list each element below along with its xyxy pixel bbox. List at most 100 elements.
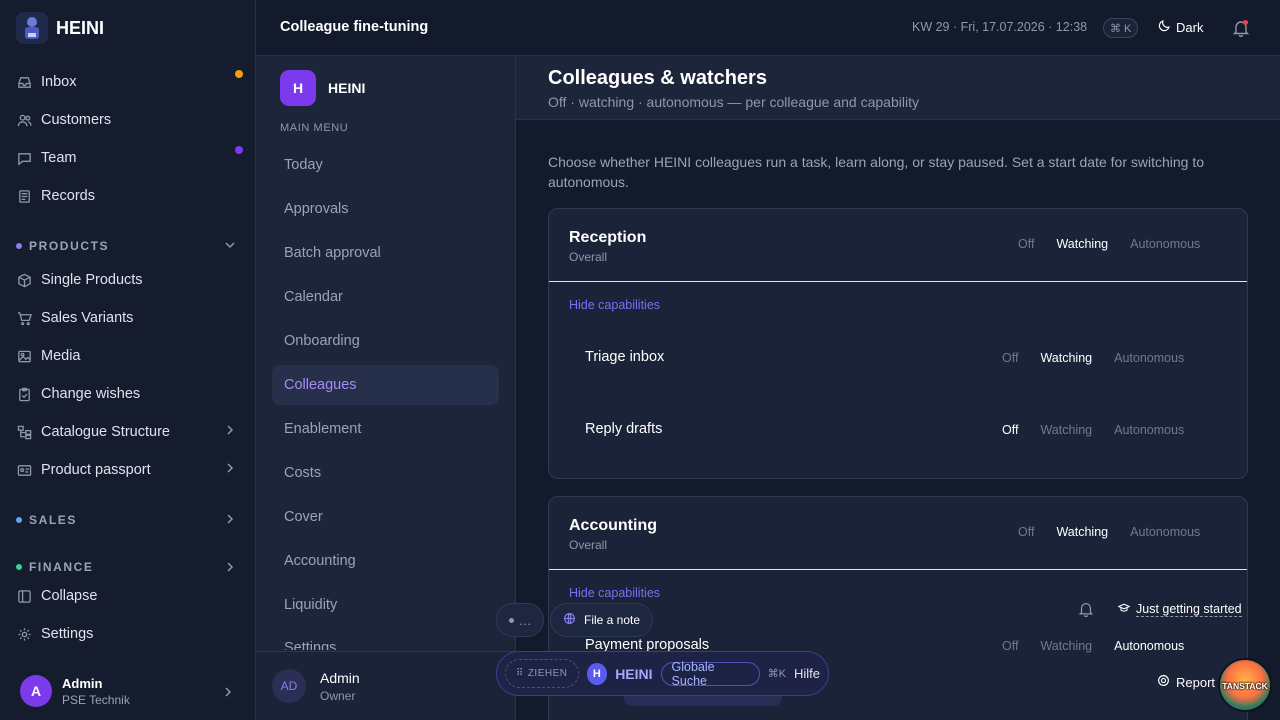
more-label: … [518, 612, 532, 628]
submenu-user[interactable]: AD Admin Owner [256, 651, 515, 720]
drag-handle[interactable]: ⠿ ZIEHEN [505, 659, 579, 688]
section-label: FINANCE [29, 560, 94, 574]
mode-autonomous[interactable]: Autonomous [1103, 635, 1195, 657]
page-title: Colleague fine-tuning [280, 19, 429, 35]
menu-item-calendar[interactable]: Calendar [272, 277, 499, 317]
sidebar-item-change-wishes[interactable]: Change wishes [16, 382, 242, 406]
date-time: KW 29 · Fri, 17.07.2026 · 12:38 [912, 20, 1088, 34]
records-icon [16, 188, 32, 204]
getting-started-link[interactable]: Just getting started [1117, 602, 1242, 617]
menu-item-approvals[interactable]: Approvals [272, 189, 499, 229]
drag-label: ZIEHEN [527, 668, 568, 679]
menu-item-costs[interactable]: Costs [272, 453, 499, 493]
report-button[interactable]: Report [1147, 668, 1226, 696]
products-section-dot [16, 243, 22, 249]
sales-section-dot [16, 517, 22, 523]
users-icon [16, 112, 32, 128]
settings-label: Settings [41, 626, 94, 642]
section-sales[interactable]: SALES [16, 513, 242, 527]
main-menu-panel: H HEINI MAIN MENU Today Approvals Batch … [256, 56, 516, 720]
capability-mode-selector: Off Watching Autonomous [991, 419, 1195, 441]
capability-label: Triage inbox [585, 349, 665, 365]
mode-watching[interactable]: Watching [1045, 521, 1119, 543]
chevron-right-icon [224, 424, 236, 440]
hide-capabilities-link[interactable]: Hide capabilities [569, 586, 660, 600]
hide-capabilities-link[interactable]: Hide capabilities [569, 298, 660, 312]
mode-selector: Off Watching Autonomous [1007, 521, 1211, 543]
image-icon [16, 348, 32, 364]
settings-button[interactable]: Settings [16, 622, 242, 646]
capability-mode-selector: Off Watching Autonomous [991, 347, 1195, 369]
mode-autonomous[interactable]: Autonomous [1119, 521, 1211, 543]
sidebar-item-sales-variants[interactable]: Sales Variants [16, 306, 242, 330]
mode-watching[interactable]: Watching [1029, 347, 1103, 369]
sidebar-item-records[interactable]: Records [16, 184, 242, 208]
menu-item-colleagues[interactable]: Colleagues [272, 365, 499, 405]
menu-item-onboarding[interactable]: Onboarding [272, 321, 499, 361]
user-menu[interactable]: A Admin PSE Technik [20, 674, 242, 708]
sidebar-item-team[interactable]: Team [16, 146, 242, 170]
sidebar-item-media[interactable]: Media [16, 344, 242, 368]
theme-toggle[interactable]: Dark [1158, 19, 1203, 35]
moon-icon [1158, 19, 1171, 35]
mode-watching[interactable]: Watching [1045, 233, 1119, 255]
mode-off[interactable]: Off [1007, 521, 1045, 543]
file-note-button[interactable]: File a note [550, 603, 654, 637]
sidebar-item-customers[interactable]: Customers [16, 108, 242, 132]
menu-item-enablement[interactable]: Enablement [272, 409, 499, 449]
sidebar-item-catalogue-structure[interactable]: Catalogue Structure [16, 420, 242, 444]
more-actions-button[interactable]: … [496, 603, 544, 637]
help-button[interactable]: Hilfe [794, 666, 820, 681]
bell-icon[interactable] [1078, 601, 1094, 618]
assistant-toolbar: ⠿ ZIEHEN H HEINI Globale Suche ⌘K Hilfe [496, 651, 829, 696]
menu-item-settings[interactable]: Settings [272, 628, 499, 650]
tanstack-devtools-button[interactable]: TANSTACK [1218, 658, 1272, 712]
command-shortcut[interactable]: ⌘ K [1103, 18, 1139, 38]
sidebar: HEINI Inbox Customers Team Records PRODU… [0, 0, 256, 720]
mode-off[interactable]: Off [991, 347, 1029, 369]
graduation-cap-icon [1117, 602, 1131, 617]
capability-mode-selector: Off Watching Autonomous [991, 635, 1195, 657]
grip-icon: ⠿ [516, 668, 524, 679]
mode-autonomous[interactable]: Autonomous [1103, 347, 1195, 369]
global-search-button[interactable]: Globale Suche [660, 660, 760, 688]
menu-item-batch-approval[interactable]: Batch approval [272, 233, 499, 273]
tanstack-logo-text: TANSTACK [1222, 681, 1268, 691]
report-label: Report [1176, 674, 1216, 690]
sidebar-item-inbox[interactable]: Inbox [16, 70, 242, 94]
menu-item-today[interactable]: Today [272, 145, 499, 185]
chevron-right-icon [224, 561, 236, 574]
mode-autonomous[interactable]: Autonomous [1119, 233, 1211, 255]
theme-label: Dark [1176, 19, 1204, 35]
sidebar-item-label: Records [41, 188, 95, 204]
sidebar-item-single-products[interactable]: Single Products [16, 268, 242, 292]
sidebar-collapse-icon [16, 588, 32, 604]
mode-watching[interactable]: Watching [1029, 635, 1103, 657]
brand-name: HEINI [56, 17, 105, 38]
main-menu-label: MAIN MENU [280, 122, 349, 134]
card-header: Reception Overall Off Watching Autonomou… [549, 209, 1247, 282]
section-finance[interactable]: FINANCE [16, 560, 242, 574]
menu-item-accounting[interactable]: Accounting [272, 541, 499, 581]
cart-icon [16, 310, 32, 326]
clipboard-icon [16, 386, 32, 402]
menu-item-cover[interactable]: Cover [272, 497, 499, 537]
sidebar-item-label: Product passport [41, 462, 151, 478]
mode-watching[interactable]: Watching [1029, 419, 1103, 441]
submenu-title: HEINI [328, 80, 366, 96]
sidebar-item-label: Team [41, 150, 77, 166]
sidebar-item-product-passport[interactable]: Product passport [16, 458, 242, 482]
mode-autonomous[interactable]: Autonomous [1103, 419, 1195, 441]
collapse-button[interactable]: Collapse [16, 584, 242, 608]
menu-item-liquidity[interactable]: Liquidity [272, 585, 499, 625]
mode-off[interactable]: Off [1007, 233, 1045, 255]
brand[interactable]: HEINI [16, 12, 104, 44]
notifications-bell-icon[interactable] [1232, 19, 1250, 38]
card-header: Accounting Overall Off Watching Autonomo… [549, 497, 1247, 570]
mode-off[interactable]: Off [991, 635, 1029, 657]
submenu-logo: H [280, 70, 316, 106]
mode-off[interactable]: Off [991, 419, 1029, 441]
section-products[interactable]: PRODUCTS [16, 239, 242, 253]
user-name: Admin [62, 675, 103, 691]
card-title: Accounting [569, 517, 657, 534]
